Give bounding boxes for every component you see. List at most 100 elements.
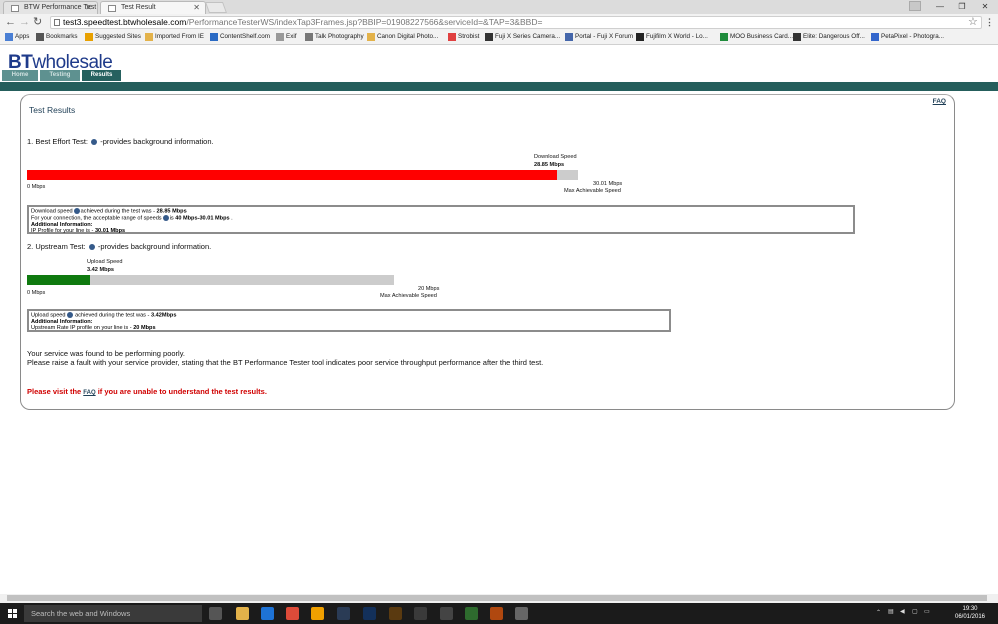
bookmark-label: Bookmarks [46,33,78,40]
forward-arrow-icon[interactable]: → [19,15,30,29]
help-icon[interactable] [73,208,80,214]
bookmark-label: Fujifilm X World - Lo... [646,33,708,40]
bookmark-item[interactable]: Apps [5,32,29,42]
info-text: Upload speed [31,312,66,319]
address-bar[interactable]: test3.speedtest.btwholesale.com/Performa… [50,16,982,29]
bookmark-item[interactable]: Portal - Fuji X Forum [565,32,633,42]
keyboard-icon[interactable]: ▭ [924,608,930,615]
folder-icon [145,33,153,41]
bookmark-label: ContentShelf.com [220,33,271,40]
volume-icon[interactable]: ◀ [900,608,905,615]
bookmark-item[interactable]: Fuji X Series Camera... [485,32,560,42]
new-tab-button[interactable] [204,2,228,13]
info-text: achieved during the test was - [73,312,151,319]
best-effort-heading: 1. Best Effort Test: -provides backgroun… [27,137,214,146]
menu-icon[interactable]: ⋮ [985,14,994,30]
reload-icon[interactable]: ↻ [33,15,42,29]
download-max-label: Max Achievable Speed [564,188,621,194]
bookmark-label: Strobist [458,33,480,40]
bookmark-label: MOO Business Card... [730,33,793,40]
info-text: For your connection, the acceptable rang… [31,215,162,222]
nav-results[interactable]: Results [82,70,121,81]
network-icon[interactable]: ▤ [888,608,894,615]
upload-info-box: Upload speed achieved during the test wa… [27,309,671,332]
upload-speed-value: 3.42 Mbps [87,267,115,273]
bookmark-star-icon[interactable]: ☆ [968,14,978,30]
best-effort-title: 1. Best Effort Test: [27,137,89,146]
bookmark-label: Suggested Sites [95,33,141,40]
help-icon[interactable] [162,214,169,221]
bookmark-label: Elite: Dangerous Off... [803,33,865,40]
edge-icon[interactable] [261,607,274,620]
task-view-icon[interactable] [209,607,222,620]
bookmark-item[interactable]: Talk Photography [305,32,364,42]
bookmark-item[interactable]: Suggested Sites [85,32,141,42]
bookmark-label: Talk Photography [315,33,364,40]
notification-icon[interactable]: ▢ [912,608,918,615]
taskbar-search-box[interactable]: Search the web and Windows [24,605,202,622]
faq-link[interactable]: FAQ [933,98,946,105]
lightroom-icon[interactable] [337,607,350,620]
forum-icon [565,33,573,41]
outlook-icon[interactable] [311,607,324,620]
settings-icon[interactable] [515,607,528,620]
back-arrow-icon[interactable]: ← [5,15,16,29]
photoshop-icon[interactable] [363,607,376,620]
acceptable-range-value: 40 Mbps-30.01 Mbps [175,215,230,222]
file-explorer-icon[interactable] [236,607,249,620]
bookmark-item[interactable]: MOO Business Card... [720,32,793,42]
tab-btw-performance-test[interactable]: BTW Performance Test ✕ [3,1,98,14]
bridge-icon[interactable] [389,607,402,620]
bookmark-item[interactable]: Fujifilm X World - Lo... [636,32,708,42]
download-info-box: Download speed achieved during the test w… [27,205,855,234]
bookmark-item[interactable]: Imported From IE [145,32,204,42]
page-icon [276,33,284,41]
profile-icon[interactable] [909,1,921,11]
cortana-app-icon[interactable] [465,607,478,620]
faq-prompt: Please visit the FAQ if you are unable t… [27,387,267,396]
close-icon[interactable]: ✕ [85,2,92,14]
nav-testing[interactable]: Testing [40,70,80,81]
bookmark-item[interactable]: Exif [276,32,297,42]
camera-app-icon[interactable] [440,607,453,620]
close-window-icon[interactable]: ✕ [975,0,995,13]
bookmark-item[interactable]: PetaPixel - Photogra... [871,32,944,42]
faq-prompt-text: Please visit the [27,387,84,396]
page-icon [11,5,19,12]
minimize-icon[interactable]: — [930,0,950,13]
close-icon[interactable]: ✕ [193,2,200,14]
horizontal-scrollbar[interactable] [0,594,998,603]
info-text: Download speed [31,208,73,215]
bookmark-item[interactable]: Bookmarks [36,32,78,42]
restore-icon[interactable]: ❐ [952,0,972,13]
elite-icon [793,33,801,41]
info-text: achieved during the test was - [80,208,157,215]
info-text: . [229,215,233,222]
taskbar-clock[interactable]: 19:30 06/01/2016 [950,605,990,621]
windows-start-icon[interactable] [8,609,17,618]
panel-title: Test Results [29,105,76,115]
fuji-icon [485,33,493,41]
help-icon[interactable] [66,312,73,318]
upstream-title: 2. Upstream Test: [27,242,86,251]
faq-inline-link[interactable]: FAQ [83,390,95,396]
bookmark-item[interactable]: Strobist [448,32,479,42]
tab-test-result[interactable]: Test Result ✕ [100,1,206,14]
chrome-icon[interactable] [286,607,299,620]
bookmark-item[interactable]: Elite: Dangerous Off... [793,32,865,42]
nav-home[interactable]: Home [2,70,38,81]
upstream-suffix: -provides background information. [97,242,212,251]
download-speed-value: 28.85 Mbps [534,162,565,168]
page-info-icon[interactable] [54,19,60,26]
bookmark-item[interactable]: Canon Digital Photo... [367,32,438,42]
firefox-icon[interactable] [490,607,503,620]
upload-min-label: 0 Mbps [27,290,46,296]
app-icon[interactable] [414,607,427,620]
bookmarks-bar: Apps Bookmarks Suggested Sites Imported Fro… [0,30,998,45]
help-icon[interactable] [88,244,95,251]
chevron-up-icon[interactable]: ⌃ [876,609,881,616]
scrollbar-thumb[interactable] [7,595,987,601]
help-icon[interactable] [91,139,98,146]
bookmark-item[interactable]: ContentShelf.com [210,32,270,42]
info-text: IP Profile for your line is - [31,228,95,235]
